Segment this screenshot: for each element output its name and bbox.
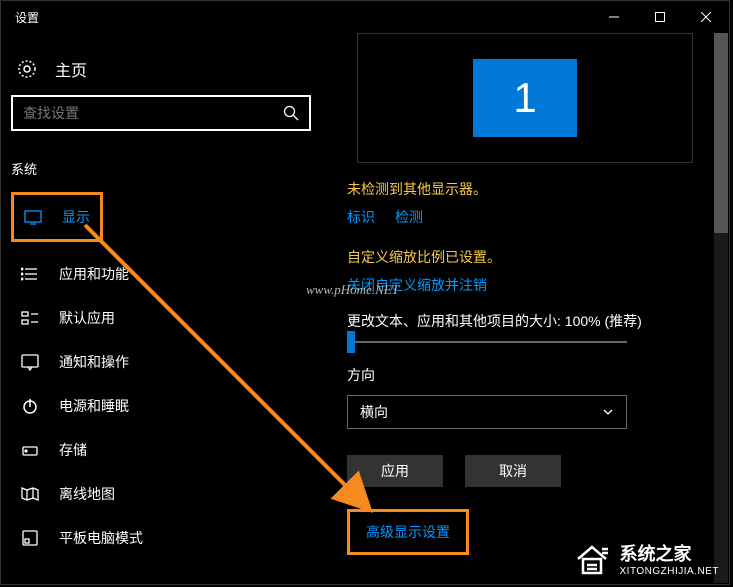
nav-label: 应用和功能: [59, 264, 129, 284]
watermark-cn: 系统之家: [620, 540, 720, 566]
orientation-label: 方向: [347, 365, 703, 385]
notifications-icon: [21, 353, 39, 371]
content: 主页 系统 显示 应用和功能 默认应用: [1, 33, 729, 584]
slider-thumb[interactable]: [347, 331, 355, 353]
window-title: 设置: [15, 9, 39, 26]
nav-tablet[interactable]: 平板电脑模式: [11, 516, 311, 560]
button-row: 应用 取消: [347, 455, 703, 487]
sidebar: 主页 系统 显示 应用和功能 默认应用: [1, 33, 321, 584]
nav-display[interactable]: 显示: [14, 195, 100, 239]
map-icon: [21, 485, 39, 503]
nav-label: 默认应用: [59, 308, 115, 328]
detect-link[interactable]: 检测: [395, 207, 423, 227]
window-controls: [591, 1, 729, 33]
custom-scale-message: 自定义缩放比例已设置。: [347, 247, 703, 267]
search-box[interactable]: [11, 95, 311, 131]
search-icon: [283, 105, 299, 121]
monitor-1[interactable]: 1: [473, 59, 577, 137]
watermark-en: XITONGZHIJIA.NET: [620, 566, 720, 577]
gear-icon: [17, 59, 37, 79]
monitor-number: 1: [513, 74, 536, 122]
orientation-select[interactable]: 横向: [347, 395, 627, 429]
resize-label: 更改文本、应用和其他项目的大小: 100% (推荐): [347, 311, 703, 331]
storage-icon: [21, 441, 39, 459]
monitor-preview[interactable]: 1: [357, 33, 693, 163]
signout-link[interactable]: 关闭自定义缩放并注销: [347, 275, 703, 295]
apply-button[interactable]: 应用: [347, 455, 443, 487]
detect-links: 标识 检测: [347, 207, 703, 227]
identify-link[interactable]: 标识: [347, 207, 375, 227]
scale-slider[interactable]: [347, 341, 627, 343]
section-label: 系统: [11, 155, 311, 192]
highlight-advanced: 高级显示设置: [347, 509, 469, 555]
nav-default-apps[interactable]: 默认应用: [11, 296, 311, 340]
search-input[interactable]: [23, 105, 283, 121]
watermark-xitong: 系统之家 XITONGZHIJIA.NET: [572, 540, 720, 577]
nav-notifications[interactable]: 通知和操作: [11, 340, 311, 384]
home-link[interactable]: 主页: [11, 49, 311, 95]
list-icon: [21, 265, 39, 283]
tablet-icon: [21, 529, 39, 547]
nav-storage[interactable]: 存储: [11, 428, 311, 472]
watermark-phome: www.pHome.NET: [306, 282, 399, 298]
detect-message: 未检测到其他显示器。: [347, 179, 703, 199]
scrollbar[interactable]: [714, 33, 728, 583]
home-label: 主页: [55, 57, 87, 81]
defaults-icon: [21, 309, 39, 327]
cancel-button[interactable]: 取消: [465, 455, 561, 487]
nav-label: 通知和操作: [59, 352, 129, 372]
house-icon: [572, 541, 612, 577]
chevron-down-icon: [602, 406, 614, 418]
nav-label: 平板电脑模式: [59, 528, 143, 548]
nav-label: 离线地图: [59, 484, 115, 504]
minimize-button[interactable]: [591, 1, 637, 33]
nav-label: 电源和睡眠: [59, 396, 129, 416]
advanced-display-link[interactable]: 高级显示设置: [366, 524, 450, 540]
nav-label: 存储: [59, 440, 87, 460]
display-icon: [24, 208, 42, 226]
main-panel: 1 未检测到其他显示器。 标识 检测 自定义缩放比例已设置。 关闭自定义缩放并注…: [321, 33, 729, 584]
scroll-thumb[interactable]: [714, 33, 728, 233]
close-button[interactable]: [683, 1, 729, 33]
power-icon: [21, 397, 39, 415]
highlight-display: 显示: [11, 192, 103, 242]
nav-power[interactable]: 电源和睡眠: [11, 384, 311, 428]
nav-maps[interactable]: 离线地图: [11, 472, 311, 516]
titlebar: 设置: [1, 1, 729, 33]
nav-apps[interactable]: 应用和功能: [11, 252, 311, 296]
nav-label: 显示: [62, 207, 90, 227]
maximize-button[interactable]: [637, 1, 683, 33]
orientation-value: 横向: [360, 402, 388, 422]
